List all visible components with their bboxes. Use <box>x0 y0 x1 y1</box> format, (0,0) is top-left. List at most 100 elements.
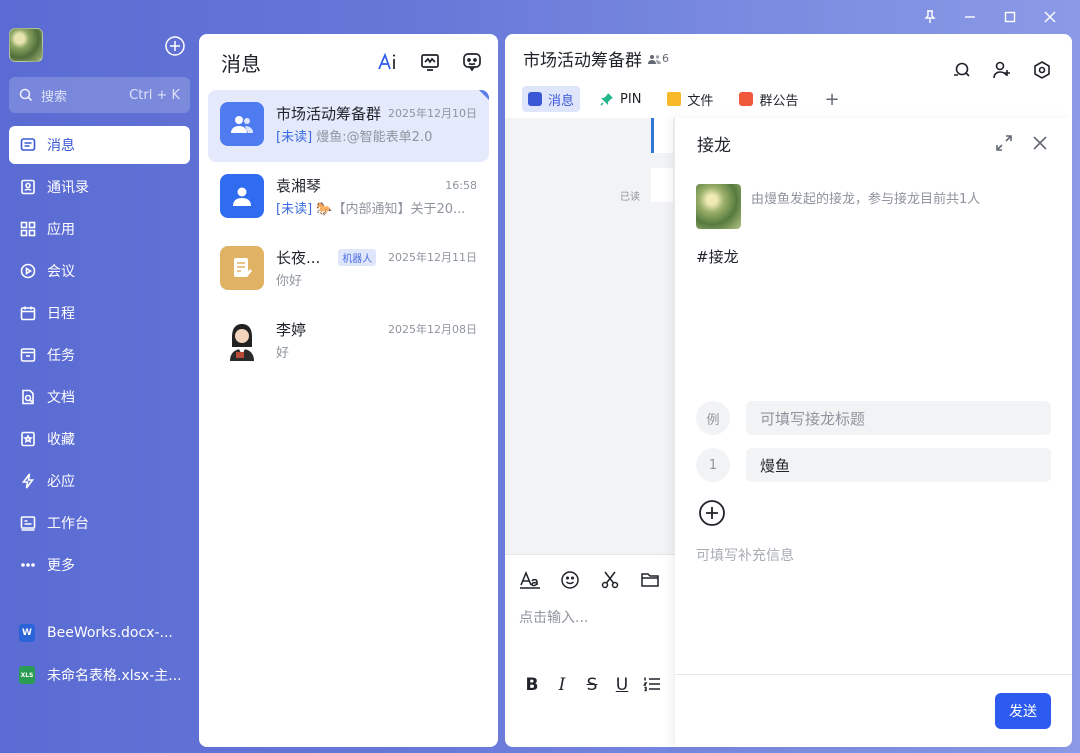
jielong-header-actions <box>994 133 1050 153</box>
search-icon <box>19 88 33 102</box>
message-card[interactable] <box>651 118 673 153</box>
sidebar-nav: 消息 通讯录 应用 会议 日程 任务 文档 收藏 必应 工作台 更多 <box>9 126 190 588</box>
sidebar-item-label: 会议 <box>47 264 75 280</box>
unread-tag: [未读] <box>276 202 313 217</box>
close-icon[interactable] <box>1030 133 1050 153</box>
send-button[interactable]: 发送 <box>995 693 1051 729</box>
list-header: 消息 <box>199 34 498 90</box>
sidebar-item-workbench[interactable]: 工作台 <box>9 504 190 542</box>
window-controls <box>910 6 1070 28</box>
sidebar-item-label: 更多 <box>47 558 75 574</box>
user-avatar[interactable] <box>9 28 43 62</box>
robot-note-avatar-icon <box>220 246 264 290</box>
jielong-info: 由熳鱼发起的接龙，参与接龙目前共1人 <box>696 184 980 229</box>
sidebar-item-bolt[interactable]: 必应 <box>9 462 190 500</box>
conversation-list-panel: 消息 市场活动筹备群 2025年12月10日 [未读] 熳鱼:@智能表单2.0 … <box>199 34 498 747</box>
entry-index: 1 <box>696 448 730 482</box>
message-board-icon[interactable] <box>418 50 442 74</box>
folder-icon[interactable] <box>639 569 661 591</box>
recent-file-word[interactable]: W BeeWorks.docx-... <box>9 614 190 652</box>
tab-messages[interactable]: 消息 <box>522 86 581 112</box>
tab-label: 消息 <box>548 93 575 109</box>
jielong-description: 由熳鱼发起的接龙，参与接龙目前共1人 <box>751 192 981 207</box>
conversation-name: 李婷 <box>276 320 307 339</box>
jielong-footer: 发送 <box>675 674 1072 747</box>
create-plus-icon[interactable] <box>164 35 186 57</box>
sidebar-item-messages[interactable]: 消息 <box>9 126 190 164</box>
tab-announcement[interactable]: 群公告 <box>733 86 804 112</box>
sidebar-item-document[interactable]: 文档 <box>9 378 190 416</box>
excel-file-icon: XLS <box>19 666 35 684</box>
tab-label: 文件 <box>687 93 714 109</box>
sidebar-item-calendar[interactable]: 日程 <box>9 294 190 332</box>
message-card[interactable] <box>651 168 673 202</box>
maximize-icon[interactable] <box>990 6 1030 28</box>
scissors-icon[interactable] <box>599 569 621 591</box>
sidebar-item-meeting[interactable]: 会议 <box>9 252 190 290</box>
group-avatar-icon <box>220 102 264 146</box>
conversation-time: 16:58 <box>445 178 477 192</box>
member-count[interactable]: 6 <box>648 52 669 65</box>
sidebar-item-label: 文档 <box>47 390 75 406</box>
conversation-preview: 好 <box>276 346 290 361</box>
sidebar-item-more[interactable]: 更多 <box>9 546 190 584</box>
text-format-icon[interactable] <box>519 569 541 591</box>
list-title: 消息 <box>221 51 261 76</box>
search-input[interactable]: 搜索 Ctrl + K <box>9 77 190 113</box>
sidebar-item-label: 收藏 <box>47 432 75 448</box>
jielong-tag: #接龙 <box>696 248 739 266</box>
unread-tag: [未读] <box>276 130 313 145</box>
ai-assistant-icon[interactable] <box>376 50 400 74</box>
strikethrough-icon[interactable]: S <box>583 675 601 698</box>
ordered-list-icon[interactable] <box>643 675 661 698</box>
italic-icon[interactable]: I <box>553 675 571 698</box>
recent-file-excel[interactable]: XLS 未命名表格.xlsx-主... <box>9 656 190 694</box>
recent-files: W BeeWorks.docx-... XLS 未命名表格.xlsx-主... <box>9 614 190 698</box>
robot-badge: 机器人 <box>338 248 377 266</box>
conversation-name: 袁湘琴 <box>276 176 322 195</box>
add-member-icon[interactable] <box>990 58 1014 82</box>
underline-icon[interactable]: U <box>613 675 631 698</box>
conversation-name: 长夜... <box>276 248 321 267</box>
settings-icon[interactable] <box>1030 58 1054 82</box>
conversation-item[interactable]: 市场活动筹备群 2025年12月10日 [未读] 熳鱼:@智能表单2.0 <box>208 90 489 162</box>
member-count-value: 6 <box>662 52 669 65</box>
conversation-item[interactable]: 李婷 2025年12月08日 好 <box>208 306 489 378</box>
sidebar-item-label: 消息 <box>47 138 75 154</box>
add-entry-icon[interactable] <box>697 498 727 528</box>
chat-header: 市场活动筹备群 6 消息 PIN 文件 群公告 + <box>505 34 1072 118</box>
tab-pin[interactable]: PIN <box>594 86 647 112</box>
search-chat-icon[interactable] <box>950 58 974 82</box>
bold-icon[interactable]: B <box>523 675 541 698</box>
tab-label: PIN <box>620 91 642 107</box>
person-photo-avatar <box>220 318 264 362</box>
pin-window-icon[interactable] <box>910 6 950 28</box>
emoji-icon[interactable] <box>559 569 581 591</box>
sidebar-item-apps[interactable]: 应用 <box>9 210 190 248</box>
extra-info-input[interactable]: 可填写补充信息 <box>696 545 794 565</box>
chat-bot-icon[interactable] <box>460 50 484 74</box>
tab-add[interactable]: + <box>818 86 845 112</box>
jielong-title-input[interactable]: 可填写接龙标题 <box>746 401 1051 435</box>
tab-files[interactable]: 文件 <box>661 86 719 112</box>
message-icon <box>19 136 37 154</box>
members-icon <box>648 54 661 64</box>
conversation-item[interactable]: 长夜... 机器人 2025年12月11日 你好 <box>208 234 489 306</box>
jielong-title-row: 例 可填写接龙标题 <box>696 401 1051 435</box>
sidebar-item-contacts[interactable]: 通讯录 <box>9 168 190 206</box>
close-window-icon[interactable] <box>1030 6 1070 28</box>
expand-icon[interactable] <box>994 133 1014 153</box>
pinned-corner-marker <box>479 90 489 100</box>
conversation-preview: 🐎【内部通知】关于20... <box>316 202 466 217</box>
tab-label: 群公告 <box>759 93 799 109</box>
jielong-entry-input[interactable]: 熳鱼 <box>746 448 1051 482</box>
sidebar-item-favorite[interactable]: 收藏 <box>9 420 190 458</box>
sidebar-item-task[interactable]: 任务 <box>9 336 190 374</box>
document-icon <box>19 388 37 406</box>
minimize-icon[interactable] <box>950 6 990 28</box>
jielong-panel: 接龙 由熳鱼发起的接龙，参与接龙目前共1人 #接龙 例 可填写接龙标题 1 熳鱼… <box>675 118 1072 747</box>
conversation-time: 2025年12月08日 <box>388 323 477 336</box>
apps-icon <box>19 220 37 238</box>
conversation-item[interactable]: 袁湘琴 16:58 [未读] 🐎【内部通知】关于20... <box>208 162 489 234</box>
jielong-header: 接龙 <box>675 118 1072 168</box>
